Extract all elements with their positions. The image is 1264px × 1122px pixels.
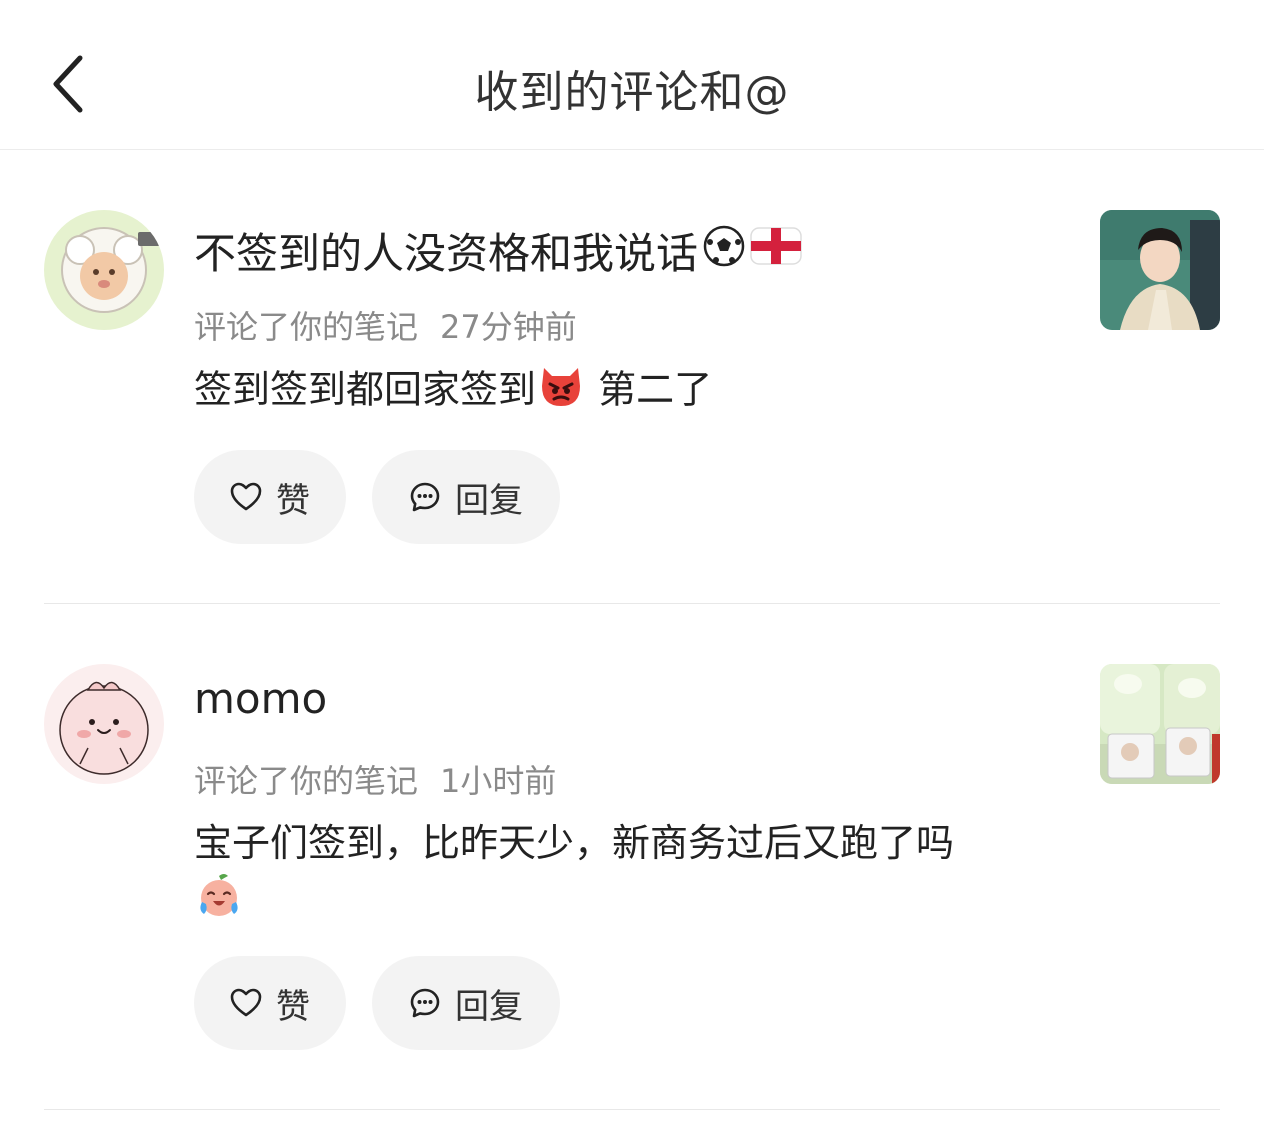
- action-text: 评论了你的笔记: [194, 762, 419, 800]
- divider: [44, 1109, 1220, 1110]
- comment-text[interactable]: 签到签到都回家签到 第二了: [194, 362, 1094, 422]
- reply-button[interactable]: 回复: [372, 956, 560, 1050]
- top-bar: 收到的评论和@: [0, 0, 1264, 150]
- username[interactable]: momo: [194, 674, 327, 723]
- comment-meta: 评论了你的笔记 1小时前: [194, 756, 556, 802]
- timestamp: 1小时前: [440, 762, 557, 800]
- comment-item: 不签到的人没资格和我说话 评论了你的笔记 27分钟前 签到签到都回家签到 第二了…: [44, 210, 1220, 550]
- avatar[interactable]: [44, 664, 164, 784]
- note-thumbnail[interactable]: [1100, 210, 1220, 330]
- like-button[interactable]: 赞: [194, 956, 346, 1050]
- pink-blob-avatar-icon: [44, 664, 164, 784]
- product-photo-thumbnail: [1100, 664, 1220, 784]
- comment-meta: 评论了你的笔记 27分钟前: [194, 302, 577, 348]
- page-title: 收到的评论和@: [474, 67, 790, 118]
- heart-icon: [230, 482, 262, 511]
- avatar[interactable]: [44, 210, 164, 330]
- heart-icon: [230, 988, 262, 1017]
- reply-button[interactable]: 回复: [372, 450, 560, 544]
- sheep-avatar-icon: [44, 210, 164, 330]
- england-flag-icon: [750, 224, 802, 278]
- like-button[interactable]: 赞: [194, 450, 346, 544]
- comment-bubble-icon: [410, 482, 440, 512]
- comment-item: momo 评论了你的笔记 1小时前 宝子们签到，比昨天少，新商务过后又跑了吗 赞: [44, 664, 1220, 1064]
- comment-bubble-icon: [410, 988, 440, 1018]
- soccer-ball-icon: [702, 224, 746, 278]
- action-text: 评论了你的笔记: [194, 308, 419, 346]
- username[interactable]: 不签到的人没资格和我说话: [194, 220, 802, 281]
- crying-peach-emoji: [194, 870, 244, 932]
- timestamp: 27分钟前: [440, 308, 577, 346]
- angry-face-emoji: [536, 362, 586, 422]
- person-photo-thumbnail: [1100, 210, 1220, 330]
- divider: [44, 603, 1220, 604]
- comment-text[interactable]: 宝子们签到，比昨天少，新商务过后又跑了吗: [194, 816, 1094, 932]
- note-thumbnail[interactable]: [1100, 664, 1220, 784]
